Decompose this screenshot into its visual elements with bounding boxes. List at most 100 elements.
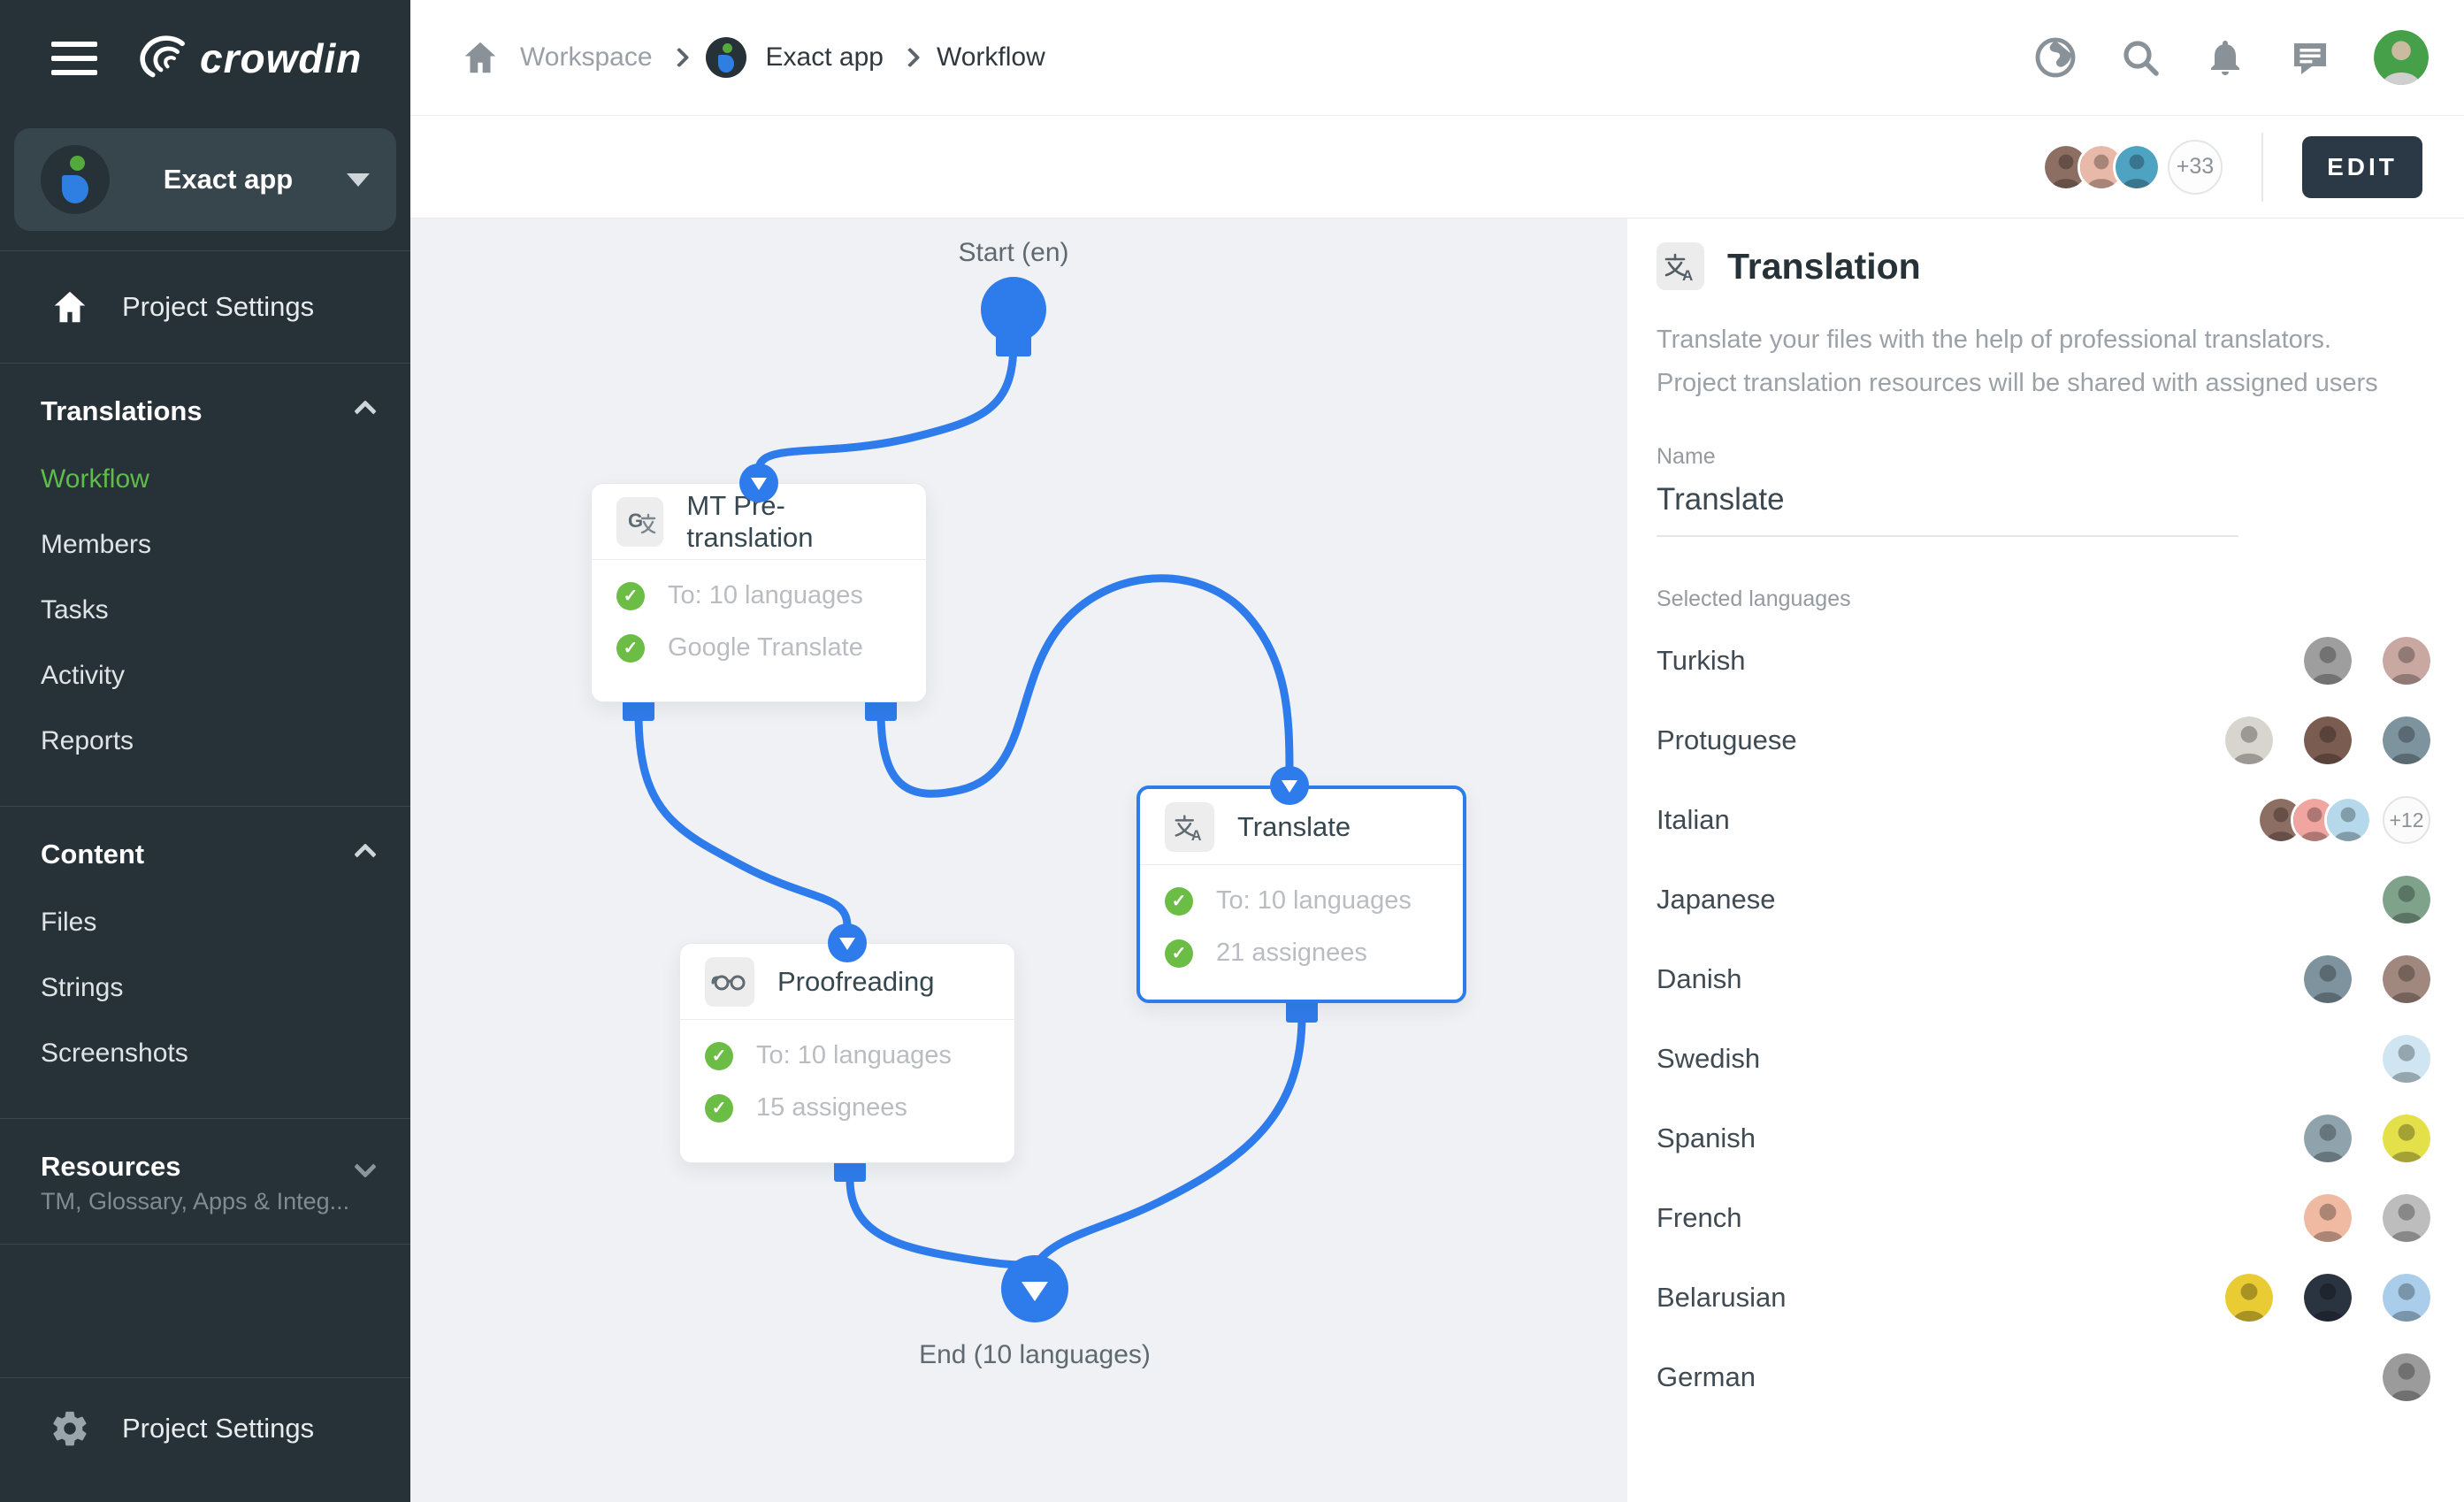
node-header: A Translate (1140, 789, 1463, 865)
sidebar-item-screenshots[interactable]: Screenshots (0, 1021, 410, 1086)
language-row-danish[interactable]: Danish (1657, 939, 2430, 1019)
language-row-swedish[interactable]: Swedish (1657, 1019, 2430, 1099)
globe-icon[interactable] (2034, 36, 2077, 79)
check-icon: ✓ (616, 634, 645, 663)
node-title: Translate (1237, 811, 1351, 843)
start-node-label: Start (en) (837, 238, 1190, 268)
user-avatar (2324, 796, 2372, 844)
divider (0, 806, 410, 807)
user-avatar (2304, 1115, 2352, 1162)
language-name: Japanese (1657, 884, 1775, 916)
breadcrumb-project[interactable]: Exact app (766, 42, 884, 73)
language-assignee-avatars (2352, 1035, 2430, 1083)
sidebar-item-tasks[interactable]: Tasks (0, 578, 410, 643)
sidebar-item-project-settings[interactable]: Project Settings (0, 271, 410, 343)
language-row-spanish[interactable]: Spanish (1657, 1099, 2430, 1178)
language-row-belarusian[interactable]: Belarusian (1657, 1258, 2430, 1337)
gear-icon (50, 1408, 90, 1449)
language-row-japanese[interactable]: Japanese (1657, 860, 2430, 939)
language-name: Swedish (1657, 1043, 1760, 1075)
user-avatar[interactable] (2374, 30, 2429, 85)
sidebar-item-workflow[interactable]: Workflow (0, 447, 410, 512)
node-detail-row: ✓ 15 assignees (705, 1093, 990, 1123)
bell-icon[interactable] (2204, 36, 2246, 79)
panel-header: A Translation (1657, 242, 2430, 290)
sidebar-section-content[interactable]: Content (0, 826, 410, 883)
user-avatar (2383, 637, 2430, 685)
name-field-label: Name (1657, 444, 2430, 470)
language-assignee-avatars (2273, 1115, 2430, 1162)
language-assignee-avatars (2194, 717, 2430, 764)
user-avatar (2383, 876, 2430, 923)
language-assignee-avatars (2352, 1353, 2430, 1401)
sidebar-item-members[interactable]: Members (0, 512, 410, 578)
language-row-turkish[interactable]: Turkish (1657, 621, 2430, 701)
subheader: +33 EDIT (410, 116, 2464, 218)
user-avatar (2113, 143, 2161, 191)
user-avatar (2304, 955, 2352, 1003)
sidebar-item-reports[interactable]: Reports (0, 709, 410, 774)
node-body: ✓ To: 10 languages ✓ Google Translate (592, 560, 926, 663)
language-assignee-avatars: +12 (2257, 796, 2430, 844)
menu-icon[interactable] (51, 42, 97, 75)
node-detail-row: ✓ To: 10 languages (616, 581, 901, 610)
search-icon[interactable] (2119, 36, 2162, 79)
node-detail-row: ✓ Google Translate (616, 633, 901, 663)
node-body: ✓ To: 10 languages ✓ 15 assignees (680, 1020, 1014, 1123)
sidebar-item-project-settings-footer[interactable]: Project Settings (0, 1378, 410, 1502)
crowdin-workflow-page: crowdin Workspace Exact app Workflow (0, 0, 2464, 1502)
check-icon: ✓ (705, 1042, 733, 1070)
language-name: Danish (1657, 963, 1742, 995)
language-row-italian[interactable]: Italian+12 (1657, 780, 2430, 860)
divider (0, 363, 410, 364)
user-avatar (2304, 637, 2352, 685)
language-assignee-avatars (2273, 955, 2430, 1003)
step-details-panel: A Translation Translate your files with … (1627, 218, 2464, 1502)
section-label: Translations (41, 395, 203, 427)
topbar-dark: crowdin (0, 0, 410, 116)
language-row-german[interactable]: German (1657, 1337, 2430, 1417)
node-title: Proofreading (777, 966, 935, 998)
collaborator-avatars (2042, 143, 2161, 191)
edit-button[interactable]: EDIT (2302, 136, 2422, 198)
workflow-node-proofreading[interactable]: Proofreading ✓ To: 10 languages ✓ 15 ass… (679, 943, 1015, 1163)
workflow-node-mt-pretranslation[interactable]: G MT Pre-translation ✓ To: 10 languages … (591, 483, 927, 702)
breadcrumb: Workspace Exact app Workflow (460, 37, 1045, 78)
node-detail-text: 21 assignees (1216, 939, 1367, 968)
user-avatar (2225, 717, 2273, 764)
collaborators-overflow-badge[interactable]: +33 (2168, 140, 2223, 195)
name-input[interactable]: Translate (1657, 482, 2238, 537)
node-detail-text: To: 10 languages (756, 1041, 952, 1070)
translate-icon: A (1165, 802, 1214, 852)
chat-icon[interactable] (2289, 36, 2331, 79)
crowdin-logo[interactable]: crowdin (133, 34, 362, 82)
sidebar-item-files[interactable]: Files (0, 890, 410, 955)
breadcrumb-workspace[interactable]: Workspace (520, 42, 653, 73)
project-switcher[interactable]: Exact app (14, 128, 396, 231)
section-subtitle: TM, Glossary, Apps & Integ... (0, 1188, 410, 1224)
assignees-overflow-badge[interactable]: +12 (2383, 796, 2430, 844)
user-avatar (2304, 1194, 2352, 1242)
language-name: Belarusian (1657, 1282, 1786, 1314)
home-icon[interactable] (460, 37, 501, 78)
node-detail-text: To: 10 languages (1216, 886, 1412, 916)
svg-text:A: A (1682, 267, 1693, 284)
panel-description: Translate your files with the help of pr… (1657, 318, 2430, 405)
sidebar-section-translations[interactable]: Translations (0, 383, 410, 440)
breadcrumb-page: Workflow (937, 42, 1045, 73)
workflow-canvas[interactable]: Start (en) G MT Pre-translation ✓ (410, 218, 1627, 1502)
language-name: German (1657, 1361, 1756, 1393)
check-icon: ✓ (616, 582, 645, 610)
sidebar: Exact app Project Settings Translations W… (0, 116, 410, 1502)
sidebar-item-activity[interactable]: Activity (0, 643, 410, 709)
sidebar-section-resources[interactable]: Resources (0, 1138, 410, 1195)
language-row-protuguese[interactable]: Protuguese (1657, 701, 2430, 780)
sidebar-item-strings[interactable]: Strings (0, 955, 410, 1021)
workflow-node-translate[interactable]: A Translate ✓ To: 10 languages ✓ 21 assi… (1136, 785, 1466, 1003)
chevron-down-icon (347, 173, 370, 187)
sidebar-sections: Translations WorkflowMembersTasksActivity… (0, 383, 410, 1245)
node-header: Proofreading (680, 944, 1014, 1020)
sidebar-item-label: Project Settings (122, 291, 314, 323)
language-row-french[interactable]: French (1657, 1178, 2430, 1258)
node-body: ✓ To: 10 languages ✓ 21 assignees (1140, 865, 1463, 968)
